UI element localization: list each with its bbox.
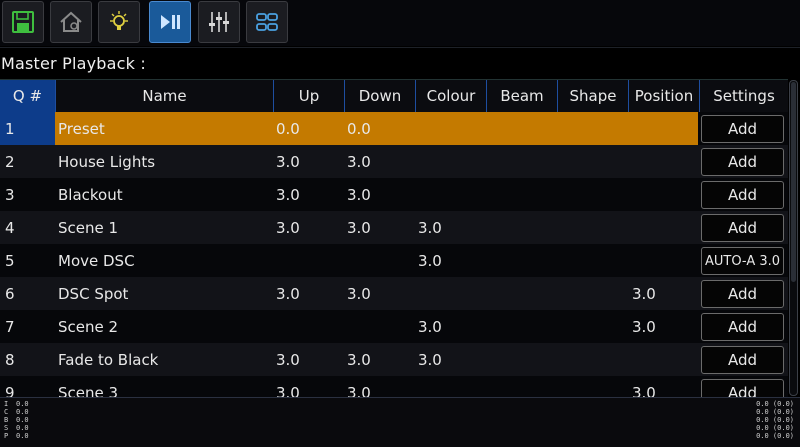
- lightbulb-icon: [110, 11, 128, 30]
- header-name[interactable]: Name: [55, 80, 273, 113]
- grid-button[interactable]: [246, 1, 288, 43]
- toolbar-divider: [0, 47, 800, 48]
- cell-name: Fade to Black: [58, 350, 159, 369]
- header-down[interactable]: Down: [344, 80, 415, 113]
- header-colour[interactable]: Colour: [415, 80, 486, 113]
- faders-button[interactable]: [198, 1, 240, 43]
- cell-up: 3.0: [276, 284, 300, 303]
- save-button[interactable]: [2, 1, 44, 43]
- table-row[interactable]: 2 House Lights 3.0 3.0 Add: [0, 145, 788, 178]
- home-button[interactable]: [50, 1, 92, 43]
- status-value-right: 0.0 (0.0): [756, 424, 794, 432]
- cell-q: 7: [5, 317, 15, 336]
- scrollbar-thumb[interactable]: [791, 82, 796, 282]
- header-beam[interactable]: Beam: [486, 80, 557, 113]
- settings-add-button[interactable]: Add: [701, 379, 784, 397]
- status-line: I 0.0: [4, 400, 29, 408]
- cell-up: 3.0: [276, 218, 300, 237]
- grid-icon: [256, 13, 278, 31]
- cell-position: 3.0: [632, 284, 656, 303]
- settings-auto-button[interactable]: AUTO-A 3.0: [701, 247, 784, 275]
- cell-name: Preset: [58, 119, 105, 138]
- cell-colour: 3.0: [418, 317, 442, 336]
- cell-name: Scene 1: [58, 218, 119, 237]
- status-line: S 0.0: [4, 424, 29, 432]
- cell-up: 3.0: [276, 152, 300, 171]
- lightbulb-button[interactable]: [98, 1, 140, 43]
- status-value-right: 0.0 (0.0): [756, 400, 794, 408]
- header-settings[interactable]: Settings: [699, 80, 788, 113]
- cell-down: 3.0: [347, 185, 371, 204]
- cell-colour: 3.0: [418, 218, 442, 237]
- status-value-right: 0.0 (0.0): [756, 416, 794, 424]
- cell-q: 2: [5, 152, 15, 171]
- settings-add-button[interactable]: Add: [701, 346, 784, 374]
- cell-name: House Lights: [58, 152, 156, 171]
- table-row[interactable]: 4 Scene 1 3.0 3.0 3.0 Add: [0, 211, 788, 244]
- settings-add-button[interactable]: Add: [701, 214, 784, 242]
- toolbar: [0, 0, 800, 46]
- cell-q: 4: [5, 218, 15, 237]
- table-row[interactable]: 1 Preset 0.0 0.0 Add: [0, 112, 788, 145]
- settings-add-button[interactable]: Add: [701, 115, 784, 143]
- cell-down: 3.0: [347, 218, 371, 237]
- cell-q: 5: [5, 251, 15, 270]
- cell-q: 1: [0, 112, 55, 145]
- header-up[interactable]: Up: [273, 80, 344, 113]
- cell-name: Move DSC: [58, 251, 135, 270]
- cell-name: Scene 3: [58, 383, 119, 398]
- table-row[interactable]: 9 Scene 3 3.0 3.0 3.0 Add: [0, 376, 788, 397]
- page-title: Master Playback :: [1, 54, 146, 73]
- status-value-right: 0.0 (0.0): [756, 408, 794, 416]
- settings-add-button[interactable]: Add: [701, 313, 784, 341]
- cell-up: 3.0: [276, 383, 300, 398]
- cell-name: Blackout: [58, 185, 123, 204]
- cell-q: 8: [5, 350, 15, 369]
- cell-position: 3.0: [632, 317, 656, 336]
- cell-down: 0.0: [347, 119, 371, 138]
- status-line: P 0.0: [4, 432, 29, 440]
- header-shape[interactable]: Shape: [557, 80, 628, 113]
- header-q[interactable]: Q #: [0, 80, 55, 113]
- save-icon: [12, 11, 34, 33]
- cell-name: Scene 2: [58, 317, 119, 336]
- cell-q: 6: [5, 284, 15, 303]
- cell-down: 3.0: [347, 284, 371, 303]
- cell-down: 3.0: [347, 350, 371, 369]
- playback-button[interactable]: [149, 1, 191, 43]
- status-bar: I 0.0 C 0.0 B 0.0 S 0.0 P 0.0 0.0 (0.0) 0.0 (…: [0, 397, 800, 447]
- table-scrollbar[interactable]: [789, 80, 798, 396]
- table-row[interactable]: 5 Move DSC 3.0 AUTO-A 3.0: [0, 244, 788, 277]
- faders-icon: [209, 12, 229, 32]
- cell-up: 3.0: [276, 185, 300, 204]
- table-row[interactable]: 8 Fade to Black 3.0 3.0 3.0 Add: [0, 343, 788, 376]
- settings-add-button[interactable]: Add: [701, 148, 784, 176]
- cell-name: DSC Spot: [58, 284, 129, 303]
- cell-q: 3: [5, 185, 15, 204]
- cell-up: 3.0: [276, 350, 300, 369]
- header-position[interactable]: Position: [628, 80, 699, 113]
- table-row[interactable]: 6 DSC Spot 3.0 3.0 3.0 Add: [0, 277, 788, 310]
- settings-add-button[interactable]: Add: [701, 280, 784, 308]
- cell-position: 3.0: [632, 383, 656, 398]
- table-row[interactable]: 3 Blackout 3.0 3.0 Add: [0, 178, 788, 211]
- cell-colour: 3.0: [418, 350, 442, 369]
- home-icon: [60, 11, 82, 32]
- table-header: Q # Name Up Down Colour Beam Shape Posit…: [0, 79, 788, 113]
- status-value-right: 0.0 (0.0): [756, 432, 794, 440]
- table-row[interactable]: 7 Scene 2 3.0 3.0 Add: [0, 310, 788, 343]
- cell-down: 3.0: [347, 383, 371, 398]
- cell-up: 0.0: [276, 119, 300, 138]
- cell-q: 9: [5, 383, 15, 398]
- cell-down: 3.0: [347, 152, 371, 171]
- settings-add-button[interactable]: Add: [701, 181, 784, 209]
- status-line: C 0.0: [4, 408, 29, 416]
- play-pause-icon: [161, 15, 180, 29]
- status-line: B 0.0: [4, 416, 29, 424]
- cell-colour: 3.0: [418, 251, 442, 270]
- cue-table: Q # Name Up Down Colour Beam Shape Posit…: [0, 79, 788, 397]
